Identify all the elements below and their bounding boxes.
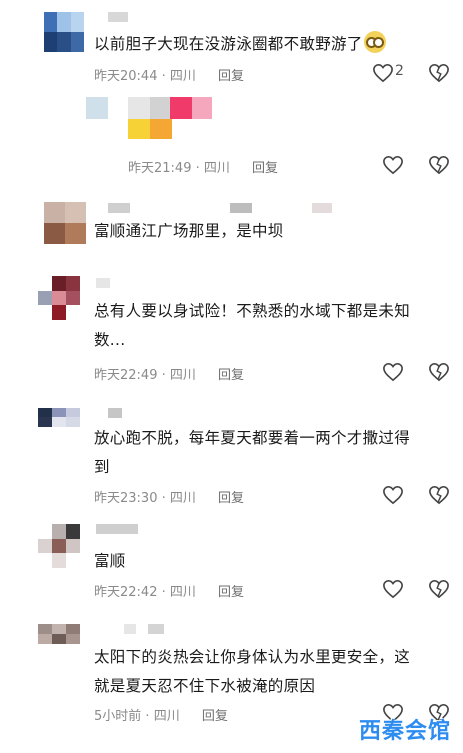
avatar[interactable] <box>38 276 80 320</box>
comment-location: 四川 <box>153 709 180 724</box>
comment-location: 四川 <box>203 161 230 176</box>
comment-time: 昨天23:30 <box>94 491 158 506</box>
comment-location: 四川 <box>169 585 196 600</box>
comment-2: 昨天21:49 · 四川 回复 <box>0 95 463 195</box>
comment-text: 放心跑不脱，每年夏天都要着一两个才撒过得 到 <box>94 429 411 476</box>
avatar[interactable] <box>44 12 84 52</box>
comment-text: 富顺通江广场那里，是中坝 <box>94 222 284 240</box>
username[interactable] <box>108 203 332 213</box>
like-count: 2 <box>395 63 404 79</box>
comment-text: 富顺 <box>94 552 126 570</box>
comment-meta: 昨天21:49 · 四川 回复 <box>128 157 278 176</box>
comment-meta: 昨天22:42 · 四川 回复 <box>94 581 244 600</box>
comment-4: 总有人要以身试险！不熟悉的水域下都是未知 数... 昨天22:49 · 四川 回… <box>0 270 463 395</box>
broken-heart-outline-icon[interactable] <box>428 63 450 83</box>
comment-meta: 昨天22:49 · 四川 回复 <box>94 364 244 383</box>
dizzy-eyes-emoji-icon <box>363 31 386 53</box>
comment-time: 昨天21:49 <box>128 161 192 176</box>
comment-time: 昨天22:42 <box>94 585 158 600</box>
comment-meta: 昨天23:30 · 四川 回复 <box>94 487 244 506</box>
reply-button[interactable]: 回复 <box>218 585 244 600</box>
comment-1: 以前胆子大现在没游泳圈都不敢野游了 昨天20:44 · 四川 回复 2 <box>0 0 463 95</box>
avatar[interactable] <box>38 624 80 654</box>
username[interactable] <box>96 524 138 534</box>
username[interactable] <box>108 408 122 418</box>
separator: · <box>161 69 166 84</box>
avatar[interactable] <box>38 408 80 436</box>
broken-heart-outline-icon[interactable] <box>428 485 450 505</box>
comment-text: 以前胆子大现在没游泳圈都不敢野游了 <box>94 30 386 59</box>
comment-text: 总有人要以身试险！不熟悉的水域下都是未知 数... <box>94 302 411 349</box>
comment-time: 5小时前 <box>94 709 142 724</box>
heart-outline-icon[interactable] <box>382 579 404 599</box>
watermark: 西秦会馆 <box>358 719 451 744</box>
heart-outline-icon[interactable] <box>372 63 394 83</box>
comment-3: 富顺通江广场那里，是中坝 <box>0 195 463 260</box>
comment-location: 四川 <box>169 69 196 84</box>
separator: · <box>161 491 166 506</box>
separator: · <box>145 709 150 724</box>
broken-heart-outline-icon[interactable] <box>428 362 450 382</box>
comment-6: 富顺 昨天22:42 · 四川 回复 <box>0 520 463 620</box>
broken-heart-outline-icon[interactable] <box>428 155 450 175</box>
comment-meta: 5小时前 · 四川 回复 <box>94 705 228 724</box>
comment-5: 放心跑不脱，每年夏天都要着一两个才撒过得 到 昨天23:30 · 四川 回复 <box>0 398 463 518</box>
username[interactable] <box>108 12 128 22</box>
avatar[interactable] <box>38 524 80 568</box>
heart-outline-icon[interactable] <box>382 485 404 505</box>
heart-outline-icon[interactable] <box>382 155 404 175</box>
comment-location: 四川 <box>169 491 196 506</box>
comment-text: 太阳下的炎热会让你身体认为水里更安全，这 就是夏天忍不住下水被淹的原因 <box>94 648 411 695</box>
username[interactable] <box>124 624 164 634</box>
heart-outline-icon[interactable] <box>382 362 404 382</box>
reply-button[interactable]: 回复 <box>202 709 228 724</box>
reply-button[interactable]: 回复 <box>218 69 244 84</box>
blurred-image[interactable] <box>86 95 216 140</box>
reply-button[interactable]: 回复 <box>252 161 278 176</box>
comment-location: 四川 <box>169 368 196 383</box>
reply-button[interactable]: 回复 <box>218 491 244 506</box>
broken-heart-outline-icon[interactable] <box>428 579 450 599</box>
comment-time: 昨天22:49 <box>94 368 158 383</box>
separator: · <box>161 585 166 600</box>
username[interactable] <box>96 278 110 288</box>
avatar[interactable] <box>44 202 86 244</box>
separator: · <box>161 368 166 383</box>
comment-meta: 昨天20:44 · 四川 回复 <box>94 65 244 84</box>
comment-time: 昨天20:44 <box>94 69 158 84</box>
reply-button[interactable]: 回复 <box>218 368 244 383</box>
separator: · <box>195 161 200 176</box>
